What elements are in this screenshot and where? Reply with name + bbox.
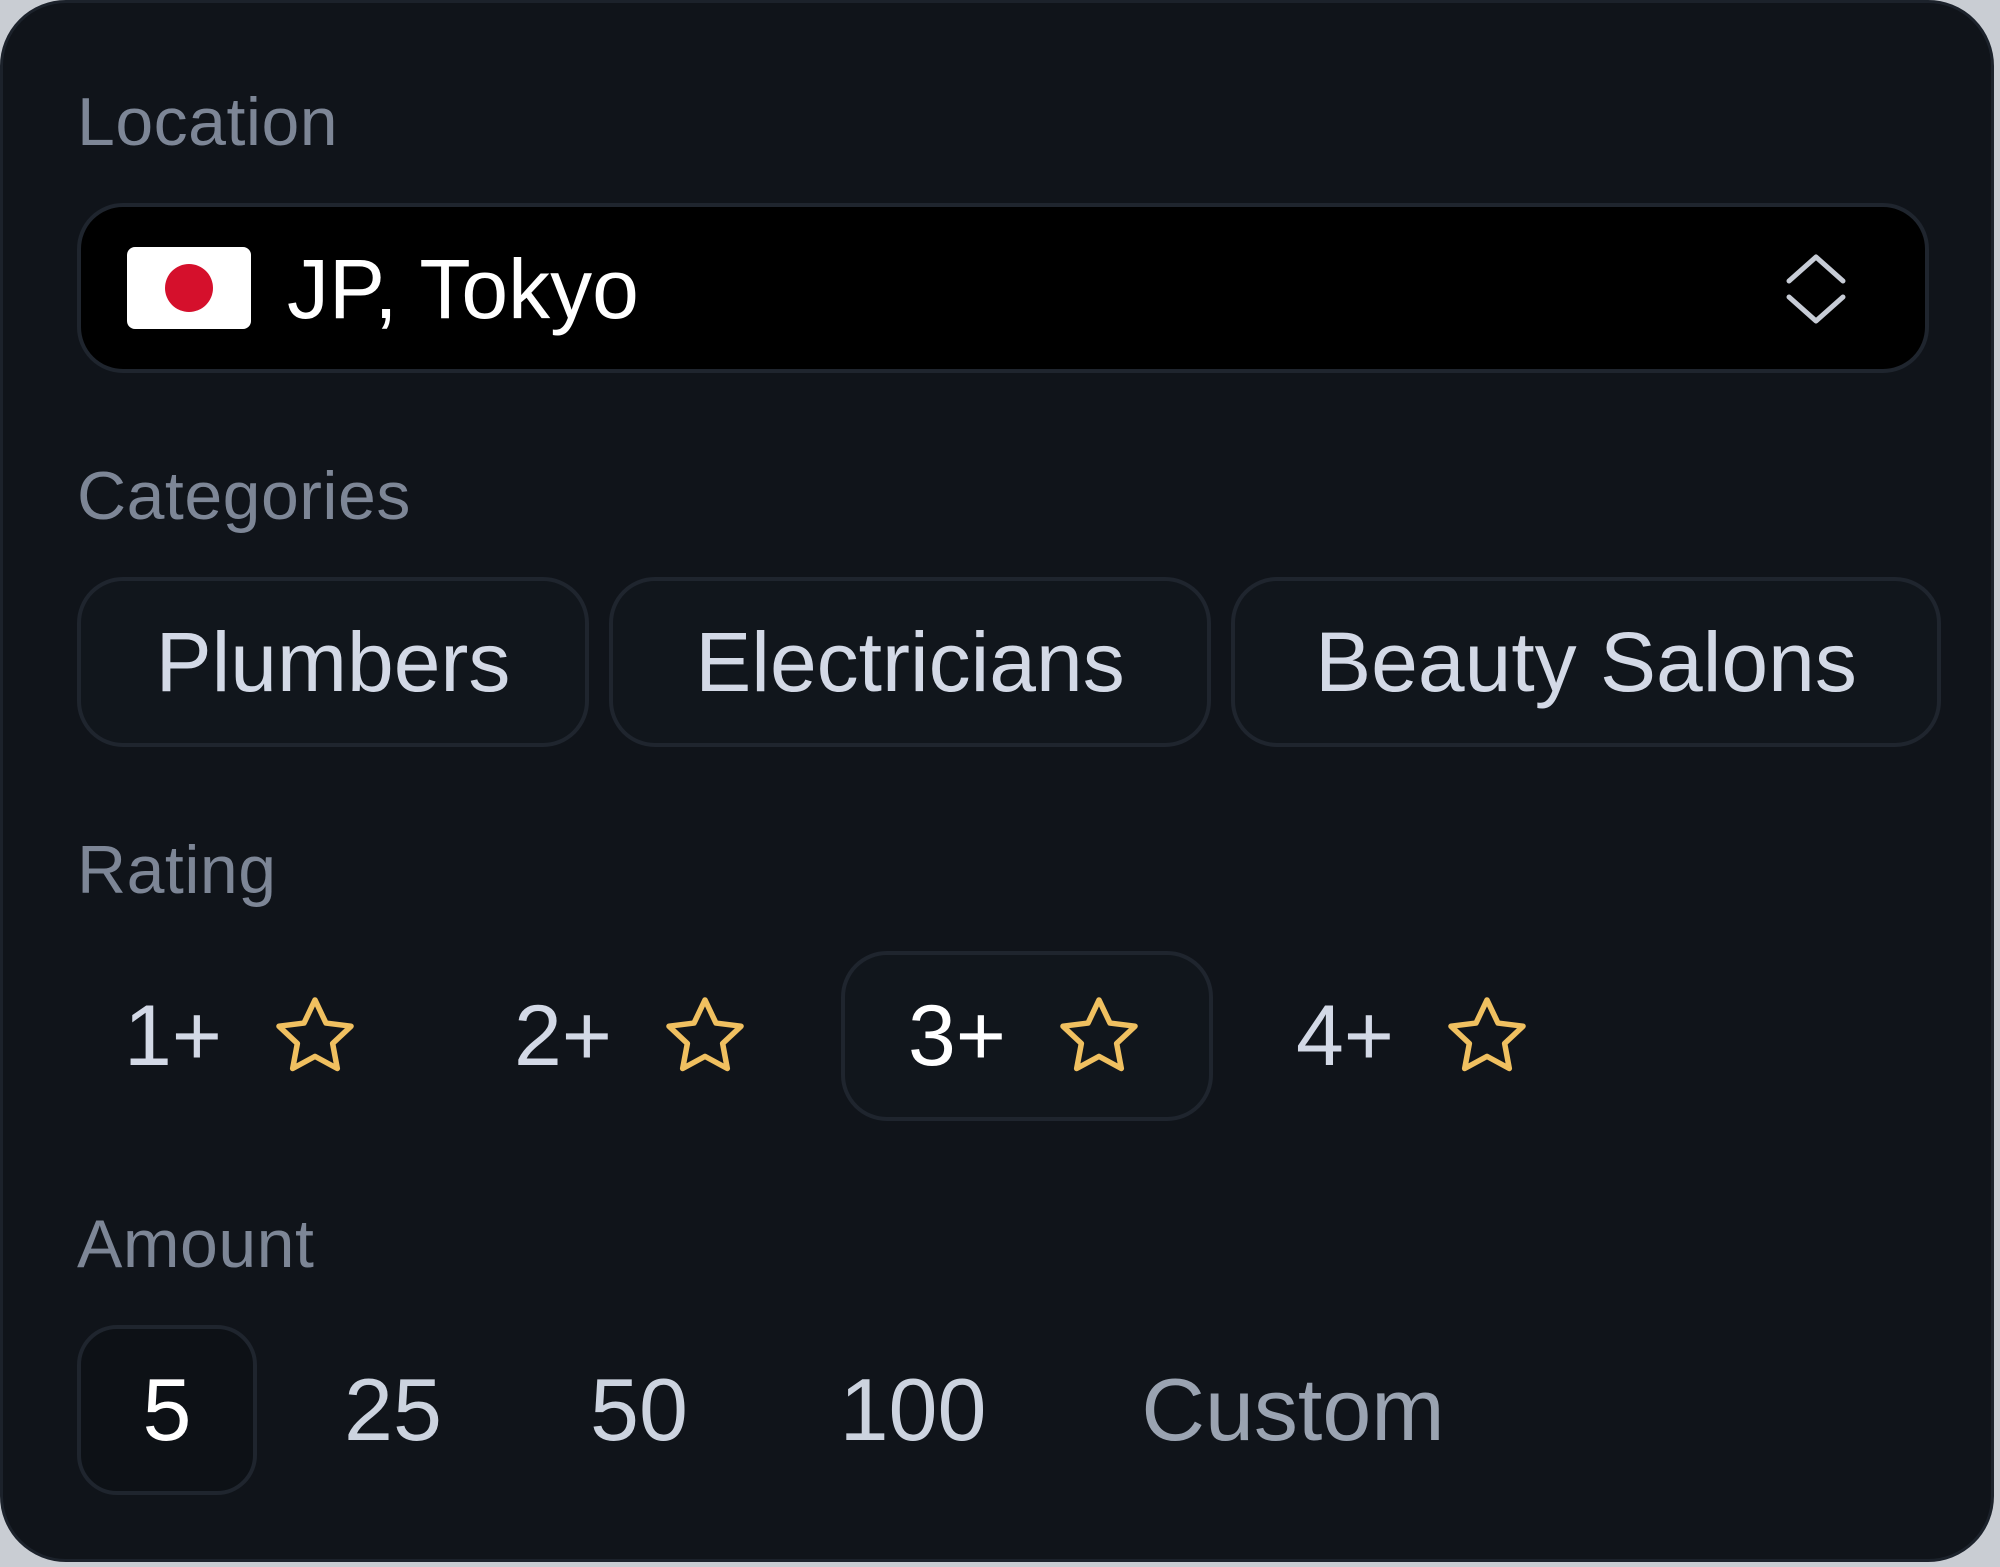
rating-option-1[interactable]: 1+ [93, 951, 393, 1121]
location-select[interactable]: JP, Tokyo [77, 203, 1929, 373]
categories-label: Categories [77, 458, 411, 534]
location-label: Location [77, 84, 339, 160]
rating-option-4[interactable]: 4+ [1265, 951, 1565, 1121]
category-chip-plumbers[interactable]: Plumbers [77, 577, 589, 747]
rating-option-3[interactable]: 3+ [841, 951, 1213, 1121]
category-chip-beauty-salons[interactable]: Beauty Salons [1231, 577, 1941, 747]
amount-option-5[interactable]: 5 [77, 1325, 257, 1495]
japan-flag-icon [127, 247, 251, 329]
rating-option-2[interactable]: 2+ [483, 951, 783, 1121]
category-chip-electricians[interactable]: Electricians [609, 577, 1211, 747]
amount-option-custom[interactable]: Custom [1123, 1325, 1463, 1495]
star-outline-icon [1060, 997, 1138, 1072]
amount-label: Amount [77, 1206, 315, 1282]
star-outline-icon [276, 997, 354, 1072]
star-outline-icon [1448, 997, 1526, 1072]
rating-option-label: 2+ [513, 987, 613, 1084]
rating-option-label: 3+ [907, 987, 1007, 1084]
chevron-up-down-icon [1786, 254, 1846, 324]
amount-option-100[interactable]: 100 [823, 1325, 1003, 1495]
star-outline-icon [666, 997, 744, 1072]
filter-panel: Location JP, Tokyo Categories Plumbers E… [0, 0, 1994, 1562]
flag-sun [165, 264, 213, 312]
rating-label: Rating [77, 832, 277, 908]
rating-option-label: 4+ [1295, 987, 1395, 1084]
amount-option-25[interactable]: 25 [313, 1325, 473, 1495]
amount-option-50[interactable]: 50 [559, 1325, 719, 1495]
location-value: JP, Tokyo [287, 242, 639, 336]
rating-option-label: 1+ [123, 987, 223, 1084]
